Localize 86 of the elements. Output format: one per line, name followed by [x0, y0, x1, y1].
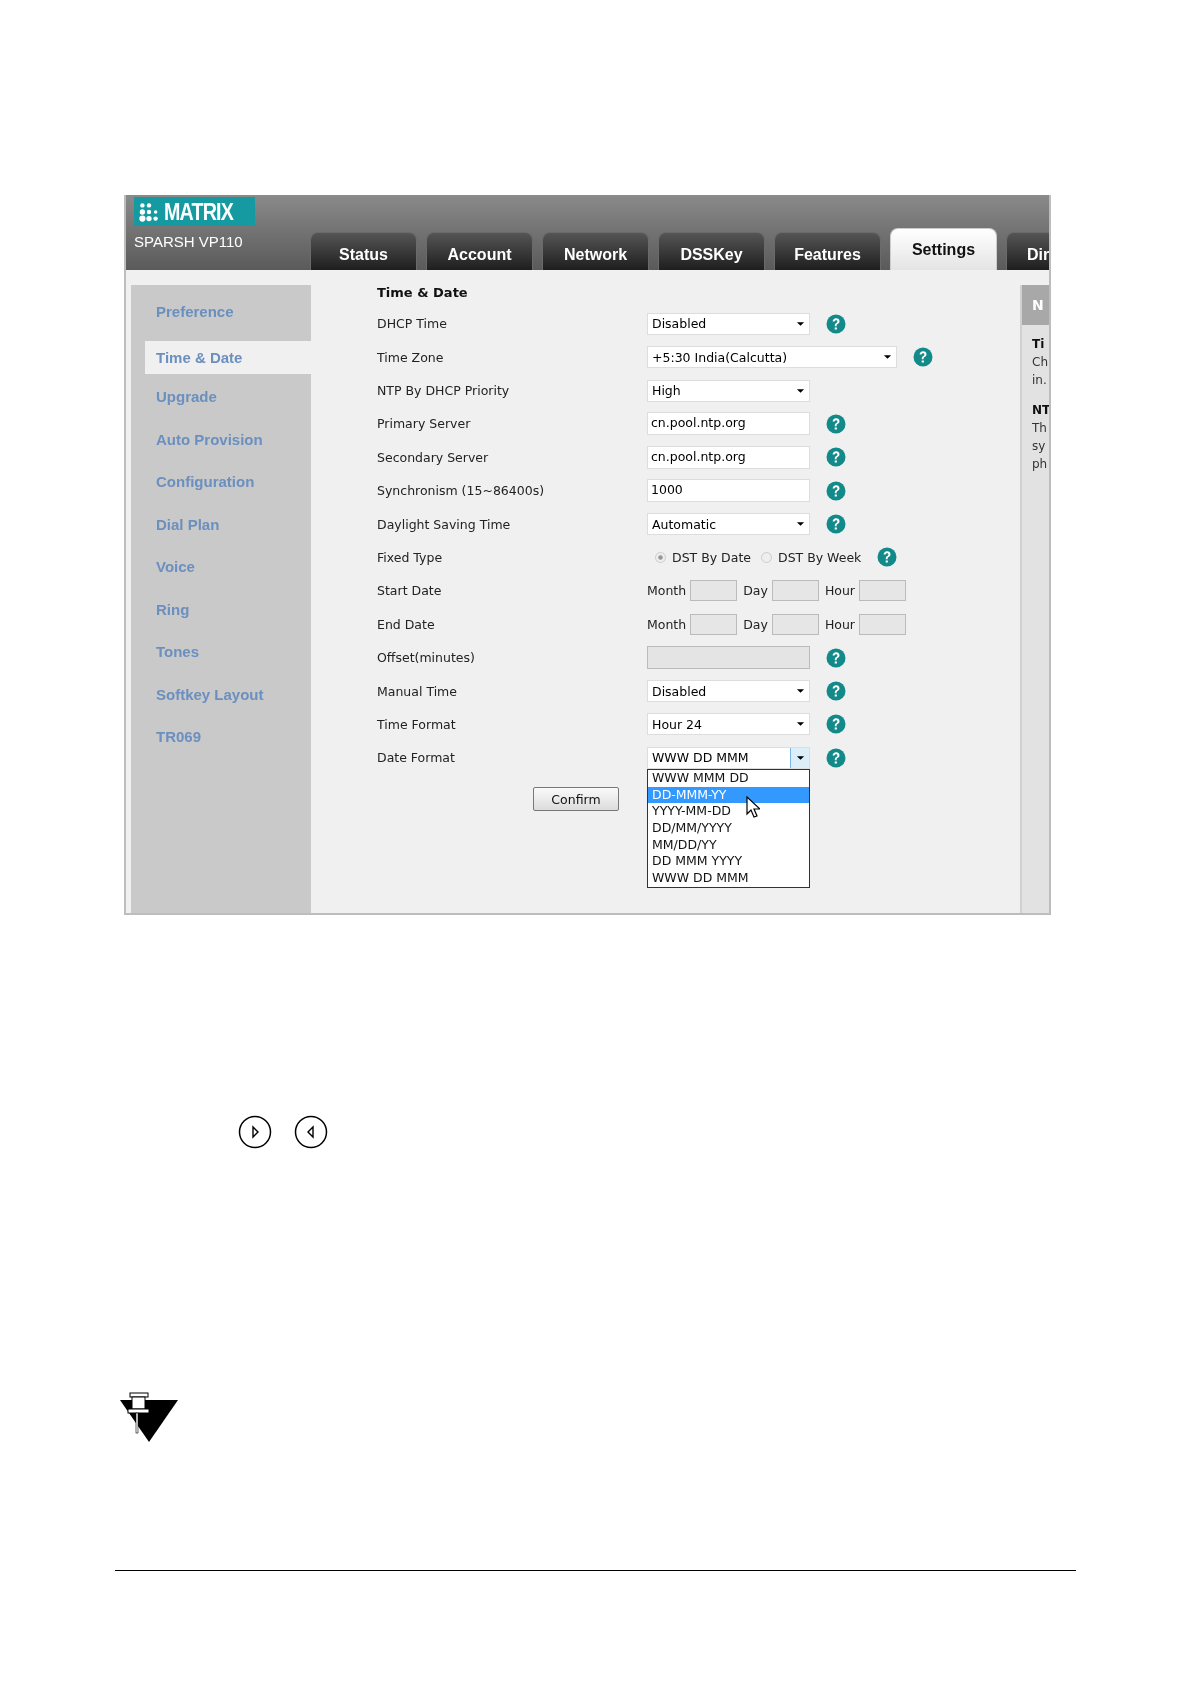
- nav-tab[interactable]: Network: [542, 232, 649, 270]
- field-label: Daylight Saving Time: [377, 516, 512, 532]
- text-field[interactable]: [690, 580, 738, 602]
- text-field[interactable]: cn.pool.ntp.org: [647, 445, 810, 469]
- confirm-button[interactable]: Confirm: [533, 787, 619, 812]
- panel-text: sy: [1032, 438, 1047, 455]
- dropdown-option[interactable]: WWW DD MMM: [648, 869, 809, 887]
- radio-button[interactable]: [761, 552, 772, 563]
- dropdown-option[interactable]: YYYY-MM-DD: [648, 803, 809, 820]
- caret-icon: [882, 354, 892, 361]
- radio-label: DST By Date: [672, 550, 751, 565]
- help-icon[interactable]: [826, 313, 846, 334]
- panel-header: N: [1022, 285, 1049, 325]
- dropdown-option[interactable]: DD MMM YYYY: [648, 853, 809, 870]
- help-icon[interactable]: [826, 413, 846, 434]
- help-icon[interactable]: [826, 447, 846, 468]
- section-title: Time & Date: [377, 284, 469, 302]
- dropdown-select[interactable]: Automatic: [647, 513, 810, 536]
- dropdown-option[interactable]: MM/DD/YY: [648, 836, 809, 854]
- nav-tab[interactable]: Account: [426, 232, 533, 270]
- field-label: Time Zone: [377, 349, 445, 365]
- nav-tab[interactable]: Dir: [1006, 232, 1049, 270]
- field-label: Secondary Server: [377, 449, 490, 465]
- panel-text: Th: [1032, 420, 1048, 437]
- dropdown-select[interactable]: Hour 24: [647, 713, 810, 736]
- field-label: Start Date: [377, 583, 443, 599]
- field-label: Month: [647, 583, 687, 599]
- nav-tab[interactable]: Status: [310, 232, 417, 270]
- dropdown-select[interactable]: WWW DD MMM: [647, 746, 810, 769]
- text-field[interactable]: [771, 580, 819, 602]
- caret-icon: [795, 754, 805, 761]
- help-icon[interactable]: [877, 547, 898, 568]
- nav-tab[interactable]: Settings: [890, 228, 997, 270]
- field-label: Synchronism (15~86400s): [377, 483, 546, 499]
- brand-name: MATRIX: [164, 197, 234, 226]
- panel-text: in.: [1032, 372, 1048, 389]
- help-icon[interactable]: [826, 747, 846, 768]
- dropdown-select[interactable]: High: [647, 379, 810, 402]
- help-icon[interactable]: [826, 514, 846, 535]
- field-label: End Date: [377, 616, 436, 632]
- nav-tab[interactable]: DSSKey: [658, 232, 765, 270]
- field-label: Hour: [824, 583, 855, 599]
- dropdown-select[interactable]: +5:30 India(Calcutta): [647, 346, 897, 369]
- mouse-cursor-icon: [746, 795, 760, 818]
- field-label: Manual Time: [377, 683, 458, 699]
- field-label: Offset(minutes): [377, 650, 476, 666]
- radio-label: DST By Week: [778, 550, 862, 565]
- panel-text: Ch: [1032, 354, 1049, 371]
- help-icon[interactable]: [826, 681, 846, 702]
- note-pin-icon: [120, 1392, 178, 1442]
- text-field[interactable]: [859, 580, 906, 602]
- panel-text: Ti: [1032, 336, 1046, 353]
- panel-text: ph: [1032, 456, 1049, 473]
- nav-tab[interactable]: Features: [774, 232, 881, 270]
- field-label: Hour: [824, 616, 855, 632]
- caret-icon: [795, 688, 805, 695]
- text-field[interactable]: [690, 613, 738, 635]
- radio-button[interactable]: [655, 552, 666, 563]
- field-label: Primary Server: [377, 416, 472, 432]
- field-label: Date Format: [377, 750, 456, 766]
- help-icon[interactable]: [826, 480, 846, 501]
- field-label: DHCP Time: [377, 316, 448, 332]
- left-arrow-circle-icon: [294, 1115, 328, 1149]
- caret-icon: [795, 387, 805, 394]
- field-label: Fixed Type: [377, 550, 444, 565]
- text-field[interactable]: [859, 613, 906, 635]
- caret-icon: [795, 521, 805, 528]
- caret-icon: [795, 721, 805, 728]
- help-icon[interactable]: [826, 714, 846, 735]
- help-icon[interactable]: [913, 347, 933, 368]
- field-label: NTP By DHCP Priority: [377, 383, 511, 399]
- field-label: Time Format: [377, 716, 457, 732]
- dropdown-option[interactable]: DD/MM/YYYY: [648, 819, 809, 837]
- field-label: Day: [743, 583, 768, 599]
- field-label: Day: [743, 616, 768, 632]
- text-field[interactable]: cn.pool.ntp.org: [647, 412, 810, 436]
- field-label: Month: [647, 616, 687, 632]
- text-field[interactable]: [771, 613, 819, 635]
- model-name: SPARSH VP110: [134, 233, 244, 250]
- dropdown-select[interactable]: Disabled: [647, 680, 810, 703]
- dots-icon: [138, 200, 160, 223]
- dropdown-select[interactable]: Disabled: [647, 312, 810, 335]
- dropdown-option[interactable]: WWW MMM DD: [648, 769, 809, 787]
- text-field[interactable]: 1000: [647, 479, 810, 503]
- caret-icon: [795, 320, 805, 327]
- right-arrow-circle-icon: [238, 1115, 272, 1149]
